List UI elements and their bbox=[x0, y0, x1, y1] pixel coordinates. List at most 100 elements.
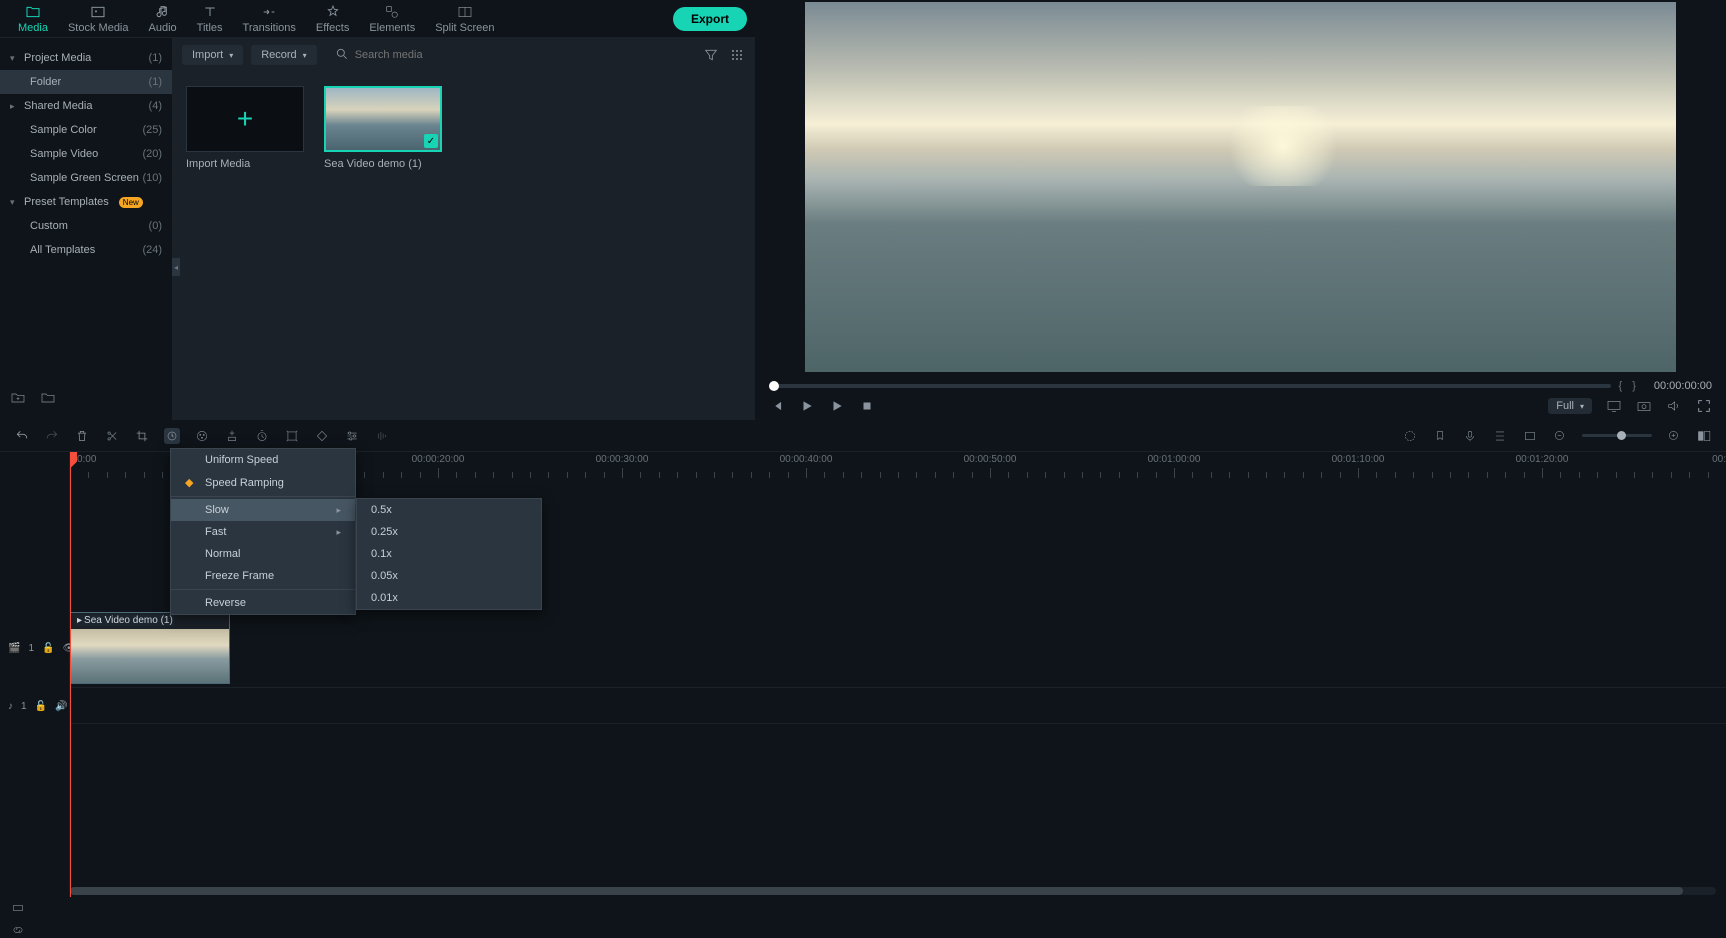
thumb-label: Import Media bbox=[186, 158, 304, 170]
sub-0-25x[interactable]: 0.25x bbox=[357, 521, 541, 543]
ruler-label: 00:01: bbox=[1712, 454, 1726, 465]
adjust-icon[interactable] bbox=[344, 428, 360, 444]
tab-split-screen[interactable]: Split Screen bbox=[425, 0, 504, 38]
tab-audio[interactable]: Audio bbox=[139, 0, 187, 38]
ctx-normal[interactable]: Normal bbox=[171, 543, 355, 565]
stop-icon[interactable] bbox=[859, 398, 875, 414]
lock-icon[interactable]: 🔓 bbox=[35, 701, 47, 712]
link-icon[interactable] bbox=[10, 922, 26, 938]
motion-track-icon[interactable] bbox=[284, 428, 300, 444]
crop-icon[interactable] bbox=[134, 428, 150, 444]
snapshot-icon[interactable] bbox=[1636, 398, 1652, 414]
mixer-icon[interactable] bbox=[1492, 428, 1508, 444]
redo-icon[interactable] bbox=[44, 428, 60, 444]
delete-icon[interactable] bbox=[74, 428, 90, 444]
sidebar-item-label: Folder bbox=[30, 76, 61, 88]
video-track-header[interactable]: 🎬 1 🔓 👁 bbox=[0, 608, 69, 688]
scrub-thumb[interactable] bbox=[769, 381, 779, 391]
keyframe-icon[interactable] bbox=[314, 428, 330, 444]
fullscreen-icon[interactable] bbox=[1696, 398, 1712, 414]
zoom-thumb[interactable] bbox=[1617, 431, 1626, 440]
import-media-tile[interactable]: + Import Media bbox=[186, 86, 304, 170]
tab-transitions[interactable]: Transitions bbox=[233, 0, 306, 38]
play-forward-icon[interactable] bbox=[829, 398, 845, 414]
audio-track[interactable] bbox=[70, 688, 1726, 724]
tab-elements[interactable]: Elements bbox=[359, 0, 425, 38]
voiceover-icon[interactable] bbox=[1462, 428, 1478, 444]
tab-media[interactable]: Media bbox=[8, 0, 58, 38]
sidebar-item-count: (1) bbox=[149, 76, 162, 88]
sidebar-item-custom[interactable]: Custom (0) bbox=[0, 214, 172, 238]
split-icon[interactable] bbox=[104, 428, 120, 444]
preview-canvas[interactable] bbox=[805, 2, 1676, 372]
video-track[interactable]: ▸Sea Video demo (1) bbox=[70, 608, 1726, 688]
grid-view-icon[interactable] bbox=[729, 47, 745, 63]
step-back-icon[interactable] bbox=[769, 398, 785, 414]
ctx-slow[interactable]: Slow▸ bbox=[171, 499, 355, 521]
volume-icon[interactable] bbox=[1666, 398, 1682, 414]
tab-stock-media[interactable]: Stock Media bbox=[58, 0, 139, 38]
new-folder-icon[interactable] bbox=[10, 390, 26, 406]
zoom-out-icon[interactable] bbox=[1552, 428, 1568, 444]
playhead[interactable] bbox=[70, 452, 71, 897]
export-button[interactable]: Export bbox=[673, 7, 747, 31]
folder-icon bbox=[25, 4, 41, 20]
tab-titles[interactable]: Titles bbox=[187, 0, 233, 38]
sidebar-item-all-templates[interactable]: All Templates (24) bbox=[0, 238, 172, 262]
render-icon[interactable] bbox=[1402, 428, 1418, 444]
speed-context-menu: Uniform Speed ◆Speed Ramping Slow▸ Fast▸… bbox=[170, 448, 356, 615]
filter-icon[interactable] bbox=[703, 47, 719, 63]
open-folder-icon[interactable] bbox=[40, 390, 56, 406]
audio-sync-icon[interactable] bbox=[374, 428, 390, 444]
mute-icon[interactable]: 🔊 bbox=[55, 701, 67, 712]
mark-in-icon[interactable]: { bbox=[1619, 380, 1623, 392]
tab-effects[interactable]: Effects bbox=[306, 0, 359, 38]
sub-0-1x[interactable]: 0.1x bbox=[357, 543, 541, 565]
chevron-down-icon: ▾ bbox=[229, 51, 233, 60]
lock-icon[interactable]: 🔓 bbox=[42, 643, 54, 654]
color-icon[interactable] bbox=[194, 428, 210, 444]
sidebar-item-sample-green[interactable]: Sample Green Screen (10) bbox=[0, 166, 172, 190]
timeline-clip[interactable]: ▸Sea Video demo (1) bbox=[70, 612, 230, 684]
tab-label: Transitions bbox=[243, 22, 296, 34]
marker-icon[interactable] bbox=[1432, 428, 1448, 444]
ctx-reverse[interactable]: Reverse bbox=[171, 592, 355, 614]
sidebar-item-label: All Templates bbox=[30, 244, 95, 256]
sidebar-item-project-media[interactable]: ▾Project Media (1) bbox=[0, 46, 172, 70]
search-input[interactable] bbox=[355, 49, 595, 61]
sub-0-01x[interactable]: 0.01x bbox=[357, 587, 541, 609]
scrollbar-thumb[interactable] bbox=[70, 887, 1683, 895]
ctx-speed-ramping[interactable]: ◆Speed Ramping bbox=[171, 471, 355, 494]
play-icon[interactable] bbox=[799, 398, 815, 414]
collapse-sidebar-handle[interactable]: ◂ bbox=[172, 258, 180, 276]
sub-0-5x[interactable]: 0.5x bbox=[357, 499, 541, 521]
sidebar-item-sample-video[interactable]: Sample Video (20) bbox=[0, 142, 172, 166]
speed-icon[interactable] bbox=[164, 428, 180, 444]
scrub-track[interactable] bbox=[769, 384, 1611, 388]
ctx-fast[interactable]: Fast▸ bbox=[171, 521, 355, 543]
zoom-in-icon[interactable] bbox=[1666, 428, 1682, 444]
dropdown-label: Record bbox=[261, 49, 296, 61]
undo-icon[interactable] bbox=[14, 428, 30, 444]
sidebar-item-preset-templates[interactable]: ▾Preset TemplatesNew bbox=[0, 190, 172, 214]
zoom-slider[interactable] bbox=[1582, 434, 1652, 437]
ctx-freeze-frame[interactable]: Freeze Frame bbox=[171, 565, 355, 587]
audio-track-header[interactable]: ♪ 1 🔓 🔊 bbox=[0, 688, 69, 724]
auto-ripple-icon[interactable] bbox=[10, 900, 26, 916]
preview-quality-select[interactable]: Full ▾ bbox=[1548, 398, 1592, 414]
sidebar-item-shared-media[interactable]: ▸Shared Media (4) bbox=[0, 94, 172, 118]
marker-add-icon[interactable] bbox=[224, 428, 240, 444]
duration-icon[interactable] bbox=[254, 428, 270, 444]
sidebar-item-sample-color[interactable]: Sample Color (25) bbox=[0, 118, 172, 142]
sidebar-item-folder[interactable]: Folder (1) bbox=[0, 70, 172, 94]
sub-0-05x[interactable]: 0.05x bbox=[357, 565, 541, 587]
mark-out-icon[interactable]: } bbox=[1632, 380, 1636, 392]
record-dropdown[interactable]: Record ▾ bbox=[251, 45, 316, 65]
monitor-icon[interactable] bbox=[1606, 398, 1622, 414]
import-dropdown[interactable]: Import ▾ bbox=[182, 45, 243, 65]
thumbnails-icon[interactable] bbox=[1522, 428, 1538, 444]
ctx-uniform-speed[interactable]: Uniform Speed bbox=[171, 449, 355, 471]
zoom-fit-icon[interactable] bbox=[1696, 428, 1712, 444]
timeline-scrollbar[interactable] bbox=[70, 887, 1716, 895]
media-clip-tile[interactable]: ✓ Sea Video demo (1) bbox=[324, 86, 442, 170]
